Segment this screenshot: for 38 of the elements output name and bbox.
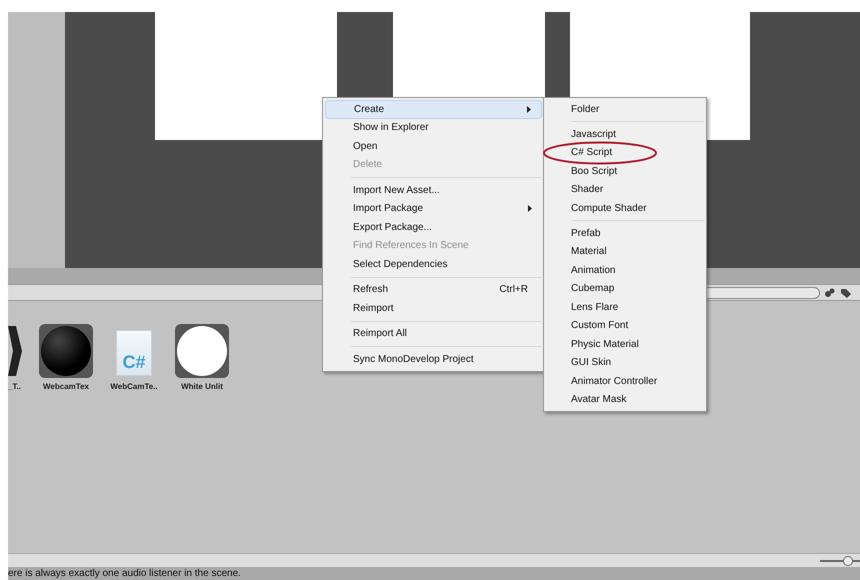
menu-item[interactable]: Prefab [546,224,704,242]
menu-item[interactable]: Boo Script [546,162,704,180]
menu-item[interactable]: Avatar Mask [546,390,704,409]
slider-thumb[interactable] [843,556,853,566]
tag-icon[interactable] [840,288,852,298]
menu-item[interactable]: Select Dependencies [325,255,542,274]
menu-item[interactable]: Javascript [546,125,704,144]
menu-item[interactable]: Folder [546,100,704,118]
menu-item[interactable]: Physic Material [546,335,704,354]
menu-item[interactable]: Show in Explorer [325,118,542,137]
menu-item[interactable]: Refresh Ctrl+R [325,280,542,299]
status-message: ere is always exactly one audio listener in the scene. [8,568,241,578]
sphere-thumbnail[interactable] [39,324,93,378]
menu-item[interactable]: Material [546,242,704,261]
menu-item[interactable]: C# Script [546,144,704,162]
menu-item[interactable]: Compute Shader [546,199,704,218]
menu-item[interactable]: Sync MonoDevelop Project [325,350,542,368]
menu-item[interactable]: Lens Flare [546,298,704,316]
menu-item[interactable]: Custom Font [546,316,704,335]
menu-item[interactable]: Reimport All [325,324,542,343]
menu-item[interactable]: Create [325,100,542,118]
asset-label: WebcamTex [43,381,89,393]
asset-label: WebCamTe.. [110,381,158,393]
menu-item[interactable]: Export Package... [325,218,542,236]
submenu-arrow-icon [528,205,532,212]
asset-label: White Unlit [181,381,223,393]
menu-item[interactable]: Reimport [325,299,542,318]
menu-item[interactable]: Animation [546,261,704,280]
submenu-arrow-icon [527,106,531,113]
menu-item[interactable]: Shader [546,180,704,199]
asset-label: _T.. [8,381,21,393]
menu-item[interactable]: Open [325,137,542,156]
menu-item[interactable]: GUI Skin [546,354,704,372]
menu-item[interactable]: Import Package [325,200,542,218]
menu-item[interactable]: Cubemap [546,280,704,298]
menu-item[interactable]: Import New Asset... [325,181,542,200]
menu-item[interactable]: Animator Controller [546,372,704,390]
sphere-thumbnail[interactable] [175,324,229,378]
